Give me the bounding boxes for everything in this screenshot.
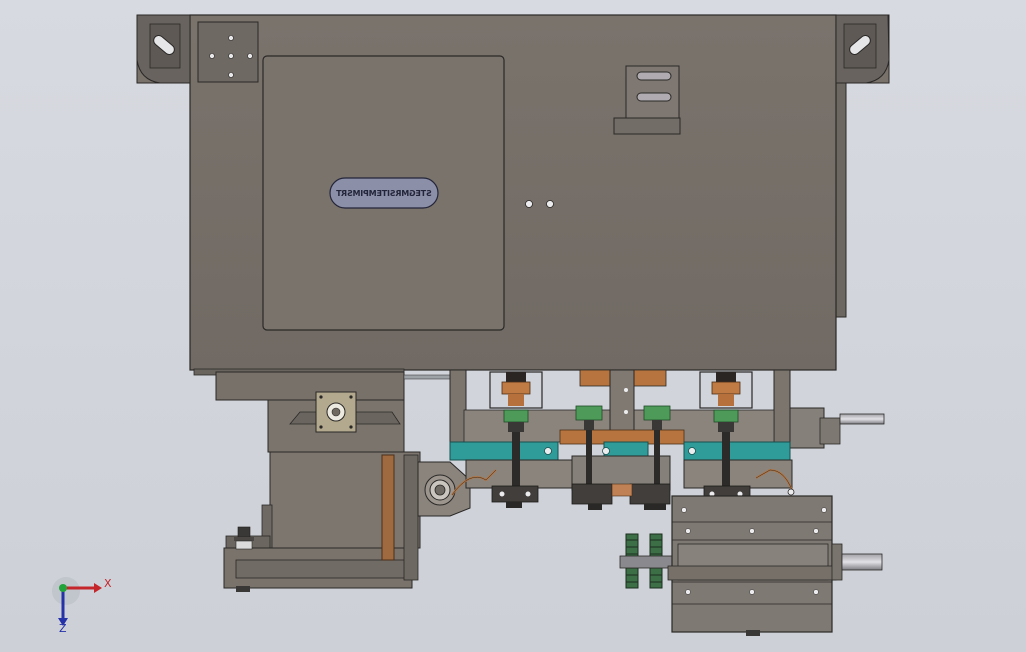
output-shaft: [831, 543, 883, 581]
left-mounting-bracket: [136, 14, 191, 84]
assembly-drawing: STEGMRSITEMPIMSRT X Z: [52, 14, 890, 636]
coordinate-triad: X Z: [52, 577, 112, 635]
mount-hole-right: [546, 200, 554, 208]
left-connector-block: [197, 21, 259, 83]
nameplate-label: STEGMRSITEMPIMSRT: [336, 189, 432, 198]
flange-plate: [315, 391, 357, 433]
wood-guide-strip: [381, 454, 395, 561]
center-copper-block: [611, 483, 633, 497]
pulley-roller: [417, 461, 471, 517]
cad-viewport[interactable]: STEGMRSITEMPIMSRT X Z: [0, 0, 1026, 652]
nameplate: STEGMRSITEMPIMSRT: [329, 177, 439, 209]
motor-unit: [667, 495, 837, 636]
mount-hole-left: [525, 200, 533, 208]
x-axis-label: X: [104, 577, 112, 590]
guide-rod: [403, 374, 451, 380]
gear-shaft: [619, 555, 673, 569]
right-mounting-bracket: [835, 14, 890, 84]
z-axis-label: Z: [59, 622, 67, 635]
y-axis-dot: [59, 584, 67, 592]
